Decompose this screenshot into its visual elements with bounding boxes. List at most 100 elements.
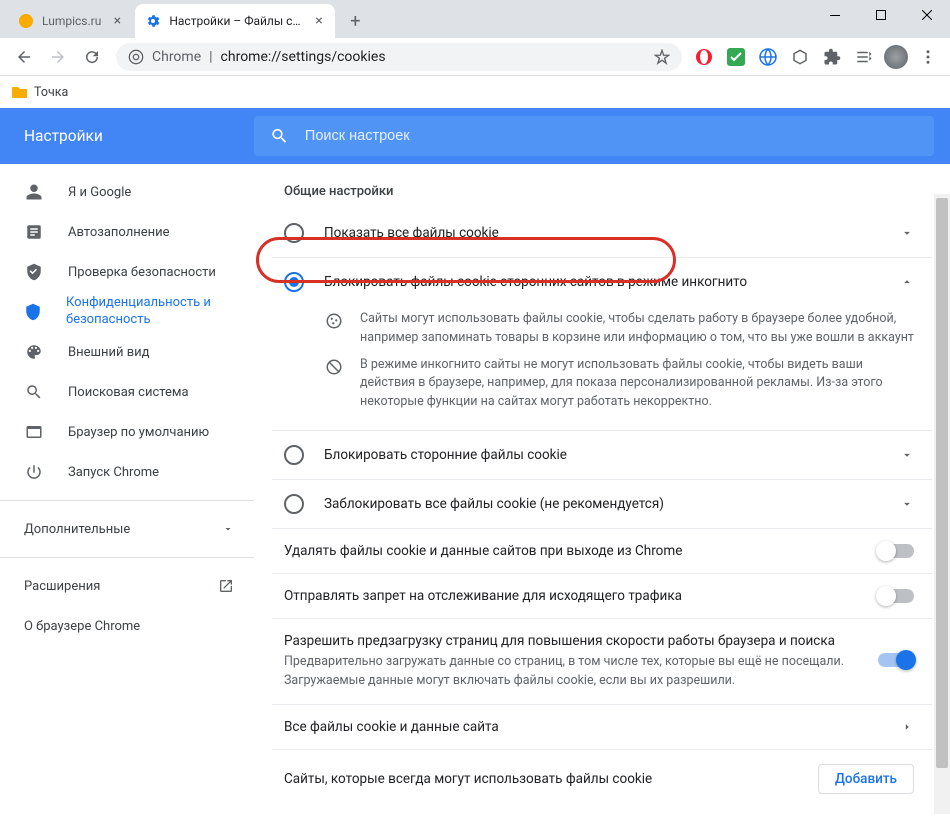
option-label: Блокировать сторонние файлы cookie (324, 447, 567, 463)
block-icon (324, 356, 344, 412)
extension-icons (690, 43, 942, 71)
sidebar-item-appearance[interactable]: Внешний вид (0, 332, 254, 372)
main-content: Я и Google Автозаполнение Проверка безоп… (0, 164, 950, 831)
minimize-button[interactable] (812, 0, 858, 30)
tab-settings[interactable]: Настройки – Файлы cookie и д × (135, 4, 335, 38)
cube-ext-icon[interactable] (786, 43, 814, 71)
menu-icon[interactable] (914, 43, 942, 71)
close-icon[interactable]: × (313, 13, 326, 29)
radio-icon[interactable] (284, 494, 304, 514)
address-bar: Chrome | chrome://settings/cookies (0, 38, 950, 76)
row-label: Разрешить предзагрузку страниц для повыш… (284, 633, 858, 649)
list-ext-icon[interactable] (850, 43, 878, 71)
sidebar-item-safety[interactable]: Проверка безопасности (0, 252, 254, 292)
sidebar-item-startup[interactable]: Запуск Chrome (0, 452, 254, 492)
add-button[interactable]: Добавить (818, 764, 914, 794)
check-ext-icon[interactable] (722, 43, 750, 71)
url-divider: | (209, 49, 212, 65)
row-label: Отправлять запрет на отслеживание для ис… (284, 588, 682, 604)
radio-icon[interactable] (284, 272, 304, 292)
option-block-third[interactable]: Блокировать сторонние файлы cookie (272, 431, 932, 480)
url-path: chrome://settings/cookies (221, 49, 386, 65)
search-input[interactable] (305, 128, 918, 144)
sidebar-label: Браузер по умолчанию (68, 425, 209, 440)
row-label: Все файлы cookie и данные сайта (284, 719, 499, 735)
sidebar-link-about[interactable]: О браузере Chrome (0, 606, 254, 646)
sidebar-item-privacy[interactable]: Конфиденциальность и безопасность (0, 292, 254, 332)
sidebar-link-extensions[interactable]: Расширения (0, 566, 254, 606)
shield-icon (24, 303, 42, 321)
section-title: Общие настройки (284, 184, 932, 199)
new-tab-button[interactable]: + (341, 7, 369, 35)
option-label: Заблокировать все файлы cookie (не реком… (324, 496, 664, 512)
window-titlebar: Lumpics.ru × Настройки – Файлы cookie и … (0, 0, 950, 38)
toggle-switch[interactable] (878, 653, 914, 667)
settings-favicon (145, 13, 161, 29)
avatar[interactable] (882, 43, 910, 71)
radio-icon[interactable] (284, 445, 304, 465)
search-icon (24, 383, 44, 401)
star-icon[interactable] (654, 49, 670, 65)
chevron-down-icon[interactable] (900, 448, 914, 462)
expanded-text: Сайты могут использовать файлы cookie, ч… (360, 310, 914, 348)
row-preload[interactable]: Разрешить предзагрузку страниц для повыш… (272, 619, 932, 706)
opera-ext-icon[interactable] (690, 43, 718, 71)
shield-check-icon (24, 263, 44, 281)
sidebar-item-search[interactable]: Поисковая система (0, 372, 254, 412)
row-label: Сайты, которые всегда могут использовать… (284, 771, 652, 787)
sidebar-item-autofill[interactable]: Автозаполнение (0, 212, 254, 252)
tab-strip: Lumpics.ru × Настройки – Файлы cookie и … (8, 4, 369, 38)
sidebar-item-default[interactable]: Браузер по умолчанию (0, 412, 254, 452)
url-prefix: Chrome (152, 49, 201, 65)
chevron-down-icon (222, 523, 234, 535)
sidebar-label: Поисковая система (68, 385, 189, 400)
radio-icon[interactable] (284, 223, 304, 243)
puzzle-ext-icon[interactable] (818, 43, 846, 71)
sidebar-item-advanced[interactable]: Дополнительные (0, 509, 254, 549)
sidebar-label: Внешний вид (68, 345, 150, 360)
row-clear-on-exit[interactable]: Удалять файлы cookie и данные сайтов при… (272, 529, 932, 574)
row-all-cookies[interactable]: Все файлы cookie и данные сайта (272, 705, 932, 750)
close-window-button[interactable] (904, 0, 950, 30)
option-block-incognito[interactable]: Блокировать файлы cookie сторонних сайто… (272, 258, 932, 306)
row-label: Удалять файлы cookie и данные сайтов при… (284, 543, 682, 559)
sidebar-item-you-google[interactable]: Я и Google (0, 172, 254, 212)
option-block-all[interactable]: Заблокировать все файлы cookie (не реком… (272, 480, 932, 529)
bookmark-item[interactable]: Точка (34, 85, 68, 100)
sidebar-separator (0, 500, 254, 501)
sidebar-label: О браузере Chrome (24, 619, 140, 634)
lumpics-favicon (18, 13, 34, 29)
scrollbar[interactable] (934, 194, 950, 814)
settings-header: Настройки (0, 108, 950, 164)
content-area: Общие настройки Показать все файлы cooki… (254, 164, 950, 831)
option-label: Блокировать файлы cookie сторонних сайто… (324, 274, 747, 290)
search-icon (270, 126, 289, 146)
settings-search[interactable] (254, 116, 934, 156)
omnibox[interactable]: Chrome | chrome://settings/cookies (116, 43, 682, 71)
palette-icon (24, 343, 44, 361)
forward-button[interactable] (42, 41, 74, 73)
chevron-up-icon[interactable] (900, 275, 914, 289)
reload-button[interactable] (76, 41, 108, 73)
sidebar-label: Запуск Chrome (68, 465, 159, 480)
sidebar-label: Конфиденциальность и безопасность (66, 295, 254, 329)
toggle-switch[interactable] (878, 544, 914, 558)
sidebar-label: Проверка безопасности (68, 265, 216, 280)
maximize-button[interactable] (858, 0, 904, 30)
tab-label: Настройки – Файлы cookie и д (169, 14, 304, 28)
option-show-all[interactable]: Показать все файлы cookie (272, 209, 932, 258)
sidebar: Я и Google Автозаполнение Проверка безоп… (0, 164, 254, 831)
chevron-down-icon[interactable] (900, 497, 914, 511)
row-dnt[interactable]: Отправлять запрет на отслеживание для ис… (272, 574, 932, 619)
option-expanded-body: Сайты могут использовать файлы cookie, ч… (272, 306, 932, 431)
globe-ext-icon[interactable] (754, 43, 782, 71)
chevron-right-icon (900, 720, 914, 734)
chevron-down-icon[interactable] (900, 226, 914, 240)
bookmarks-bar: Точка (0, 76, 950, 108)
close-icon[interactable]: × (109, 13, 125, 29)
power-icon (24, 463, 44, 481)
toggle-switch[interactable] (878, 589, 914, 603)
back-button[interactable] (8, 41, 40, 73)
tab-lumpics[interactable]: Lumpics.ru × (8, 4, 135, 38)
expanded-text: В режиме инкогнито сайты не могут исполь… (360, 356, 914, 412)
